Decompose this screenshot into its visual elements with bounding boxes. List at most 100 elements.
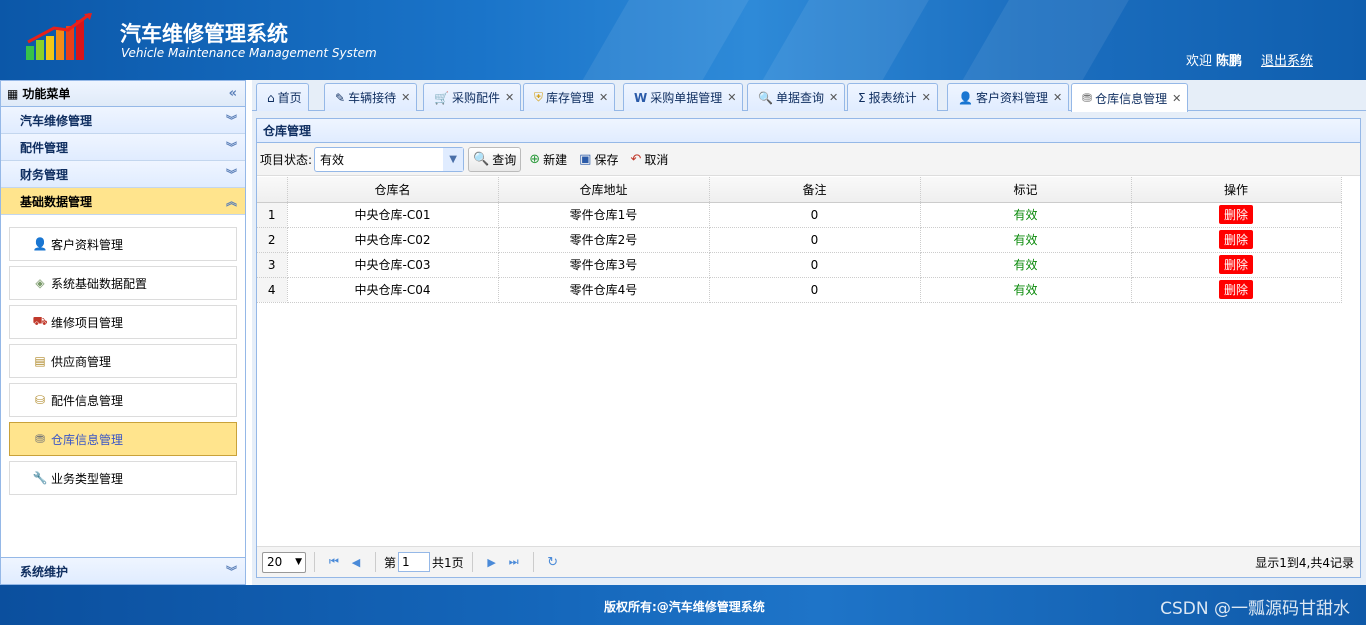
delete-button[interactable]: 删除 (1218, 205, 1253, 224)
parts-icon: ⛁ (34, 393, 46, 407)
column-header[interactable]: 标记 (920, 177, 1132, 203)
save-button[interactable]: ▣ 保存 (575, 147, 622, 172)
page-size-select[interactable]: 20 ▼ (262, 551, 306, 573)
tab-purchase-parts[interactable]: 🛒 采购配件 ✕ (423, 83, 522, 111)
menu-item-label: 仓库信息管理 (51, 432, 124, 447)
delete-button[interactable]: 删除 (1218, 230, 1253, 249)
remark-cell: 0 (709, 277, 921, 303)
tab-label: 采购单据管理 (650, 91, 723, 105)
column-header[interactable]: 仓库名 (287, 177, 499, 203)
close-icon[interactable]: ✕ (922, 91, 931, 104)
menu-item-label: 配件信息管理 (51, 393, 124, 408)
section-parts[interactable]: 配件管理 ︾ (1, 134, 245, 161)
tab-label: 仓库信息管理 (1095, 91, 1168, 106)
document-icon: ▤ (34, 354, 46, 368)
delete-button[interactable]: 删除 (1218, 255, 1253, 274)
close-icon[interactable]: ✕ (599, 91, 608, 104)
button-label: 新建 (543, 152, 568, 167)
column-header[interactable]: 仓库地址 (498, 177, 710, 203)
tab-warehouse-info[interactable]: ⛃ 仓库信息管理 ✕ (1071, 83, 1189, 112)
close-icon[interactable]: ✕ (1172, 92, 1181, 105)
welcome-label: 欢迎 (1186, 54, 1213, 69)
save-icon: ▣ (579, 151, 592, 167)
tab-label: 单据查询 (775, 91, 824, 105)
logo-chart-icon (26, 12, 92, 60)
button-label: 取消 (644, 152, 669, 167)
cancel-button[interactable]: ↶ 取消 (626, 147, 672, 172)
row-number: 3 (257, 252, 288, 278)
menu-item-parts-info[interactable]: ⛁ 配件信息管理 (9, 383, 237, 417)
close-icon[interactable]: ✕ (401, 91, 410, 104)
section-system-maintenance[interactable]: 系统维护 ︾ (1, 557, 245, 584)
first-page-icon[interactable]: ⏮ (323, 555, 345, 569)
home-icon: ⌂ (267, 90, 275, 105)
row-number: 4 (257, 277, 288, 303)
next-page-icon[interactable]: ▶ (481, 556, 503, 569)
refresh-icon[interactable]: ↻ (542, 555, 564, 570)
tab-label: 采购配件 (451, 91, 500, 105)
menu-item-warehouse-info[interactable]: ⛃ 仓库信息管理 (9, 422, 237, 456)
car-icon: ⛟ (32, 314, 48, 328)
page-number-input[interactable]: 1 (398, 552, 431, 572)
logout-link[interactable]: 退出系统 (1261, 50, 1313, 69)
close-icon[interactable]: ✕ (505, 91, 514, 104)
section-basic-data[interactable]: 基础数据管理 ︽ (1, 188, 245, 215)
tab-purchase-orders[interactable]: W 采购单据管理 ✕ (623, 83, 744, 111)
chevron-down-icon: ︾ (226, 565, 237, 578)
sigma-icon: Σ (858, 90, 866, 105)
table-row[interactable]: 3 中央仓库-C03 零件仓库3号 0 有效 删除 (257, 252, 1342, 278)
section-finance[interactable]: 财务管理 ︾ (1, 161, 245, 188)
tab-reports[interactable]: Σ 报表统计 ✕ (847, 83, 938, 111)
section-vehicle-maintenance[interactable]: 汽车维修管理 ︾ (1, 107, 245, 134)
section-label: 系统维护 (20, 564, 69, 579)
column-header[interactable]: 操作 (1131, 177, 1342, 203)
warehouse-name-cell: 中央仓库-C03 (287, 252, 499, 278)
warehouse-table: 仓库名 仓库地址 备注 标记 操作 1 中央仓库-C01 零件仓库1号 0 有效 (257, 177, 1360, 303)
delete-button[interactable]: 删除 (1218, 280, 1253, 299)
cart-icon: 🛒 (434, 90, 449, 105)
close-icon[interactable]: ✕ (829, 91, 838, 104)
collapse-sidebar-icon[interactable]: « (229, 86, 237, 101)
table-row[interactable]: 2 中央仓库-C02 零件仓库2号 0 有效 删除 (257, 227, 1342, 253)
table-row[interactable]: 4 中央仓库-C04 零件仓库4号 0 有效 删除 (257, 277, 1342, 303)
last-page-icon[interactable]: ⏭ (503, 555, 525, 569)
tab-inventory[interactable]: ⛨ 库存管理 ✕ (523, 83, 616, 111)
new-button[interactable]: ⊕ 新建 (525, 147, 571, 172)
menu-item-repair-items[interactable]: ⛟ 维修项目管理 (9, 305, 237, 339)
separator (471, 552, 473, 572)
menu-item-supplier[interactable]: ▤ 供应商管理 (9, 344, 237, 378)
action-cell: 删除 (1131, 202, 1342, 228)
copyright-text: 版权所有:@汽车维修管理系统 (604, 600, 765, 614)
status-select[interactable]: 有效 ▼ (314, 146, 465, 172)
table-row[interactable]: 1 中央仓库-C01 零件仓库1号 0 有效 删除 (257, 202, 1342, 228)
menu-item-customer[interactable]: 👤 客户资料管理 (9, 227, 237, 261)
menu-item-business-type[interactable]: 🔧 业务类型管理 (9, 461, 237, 495)
panel-title: 仓库管理 (257, 119, 1360, 143)
row-number: 2 (257, 227, 288, 253)
section-label: 财务管理 (20, 167, 69, 182)
section-basic-data-body: 👤 客户资料管理 ◈ 系统基础数据配置 ⛟ 维修项目管理 ▤ 供应商管理 ⛁ 配件信息管理… (1, 215, 245, 555)
tab-vehicle-reception[interactable]: ✎ 车辆接待 ✕ (324, 83, 418, 111)
warehouse-address-cell: 零件仓库3号 (498, 252, 710, 278)
warehouse-name-cell: 中央仓库-C01 (287, 202, 499, 228)
separator (532, 552, 534, 572)
edit-icon: ✎ (335, 90, 346, 105)
sidebar-header: ▦ 功能菜单 « (1, 81, 245, 107)
close-icon[interactable]: ✕ (1053, 91, 1062, 104)
remark-cell: 0 (709, 252, 921, 278)
app-header: 汽车维修管理系统 Vehicle Maintenance Management … (0, 0, 1366, 80)
menu-item-system-config[interactable]: ◈ 系统基础数据配置 (9, 266, 237, 300)
app-subtitle: Vehicle Maintenance Management System (121, 46, 377, 60)
tab-document-query[interactable]: 🔍 单据查询 ✕ (747, 83, 846, 111)
close-icon[interactable]: ✕ (727, 91, 736, 104)
prev-page-icon[interactable]: ◀ (345, 556, 367, 569)
section-label: 基础数据管理 (20, 194, 93, 209)
column-header[interactable]: 备注 (709, 177, 921, 203)
query-button[interactable]: 🔍 查询 (468, 146, 522, 172)
sidebar-title: 功能菜单 (22, 87, 71, 101)
search-icon: 🔍 (473, 151, 490, 167)
status-value: 有效 (320, 152, 345, 167)
tab-customer-info[interactable]: 👤 客户资料管理 ✕ (947, 83, 1070, 111)
tab-home[interactable]: ⌂ 首页 (256, 83, 309, 111)
page-size-value: 20 (267, 555, 283, 569)
